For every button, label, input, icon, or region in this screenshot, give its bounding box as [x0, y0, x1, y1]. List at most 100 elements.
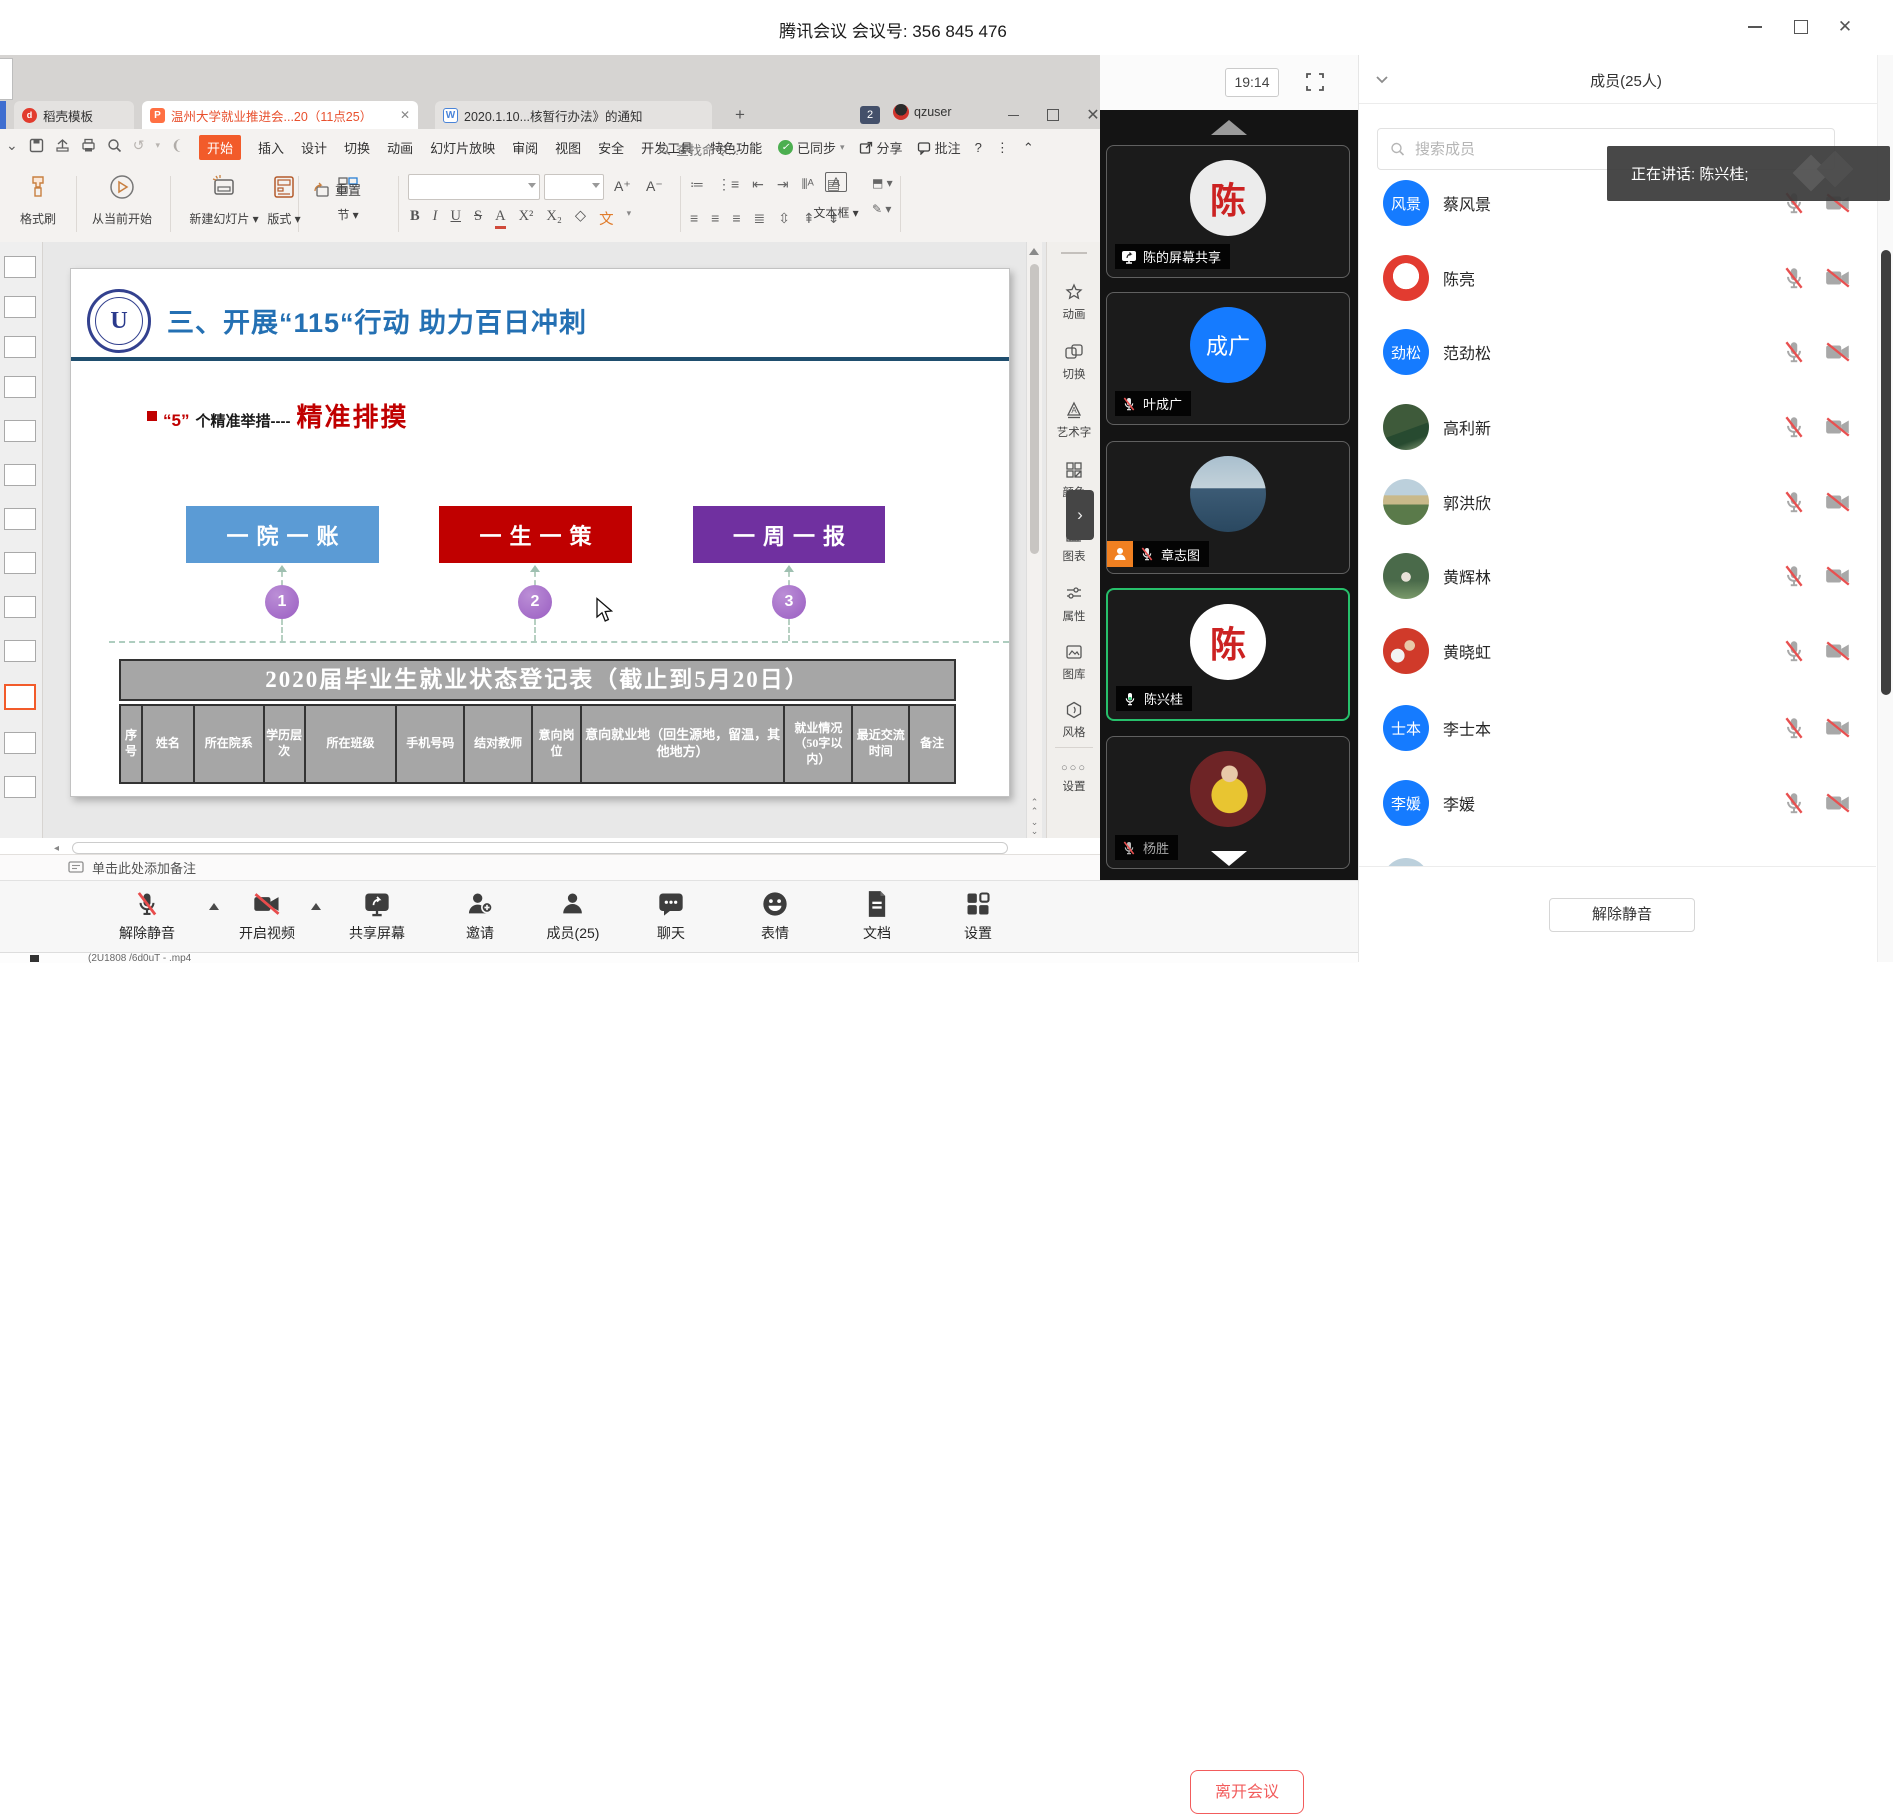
- fullscreen-button[interactable]: [1301, 68, 1328, 95]
- bullet-list-button[interactable]: ≔: [690, 176, 704, 193]
- chevron-down-icon[interactable]: ⌄: [6, 137, 18, 154]
- minimize-button[interactable]: [1738, 14, 1772, 40]
- slide-vertical-scrollbar[interactable]: ⌃⌃ ⌄⌄: [1026, 242, 1042, 838]
- slide-thumbnail[interactable]: [4, 296, 36, 318]
- wps-minimize-button[interactable]: [998, 104, 1028, 126]
- share-screen-button[interactable]: 共享屏幕: [349, 889, 405, 943]
- fill-color-button[interactable]: ⬒ ▾: [872, 176, 893, 190]
- rail-transition[interactable]: 切换: [1047, 342, 1101, 382]
- scroll-videos-down-icon[interactable]: [1211, 851, 1247, 866]
- chat-button[interactable]: 聊天: [657, 889, 685, 943]
- scrollbar-thumb[interactable]: [1030, 264, 1039, 554]
- comment-button[interactable]: 批注: [917, 138, 961, 157]
- ribbon-tab-slideshow[interactable]: 幻灯片放映: [430, 138, 495, 157]
- mic-muted-icon[interactable]: [1781, 563, 1807, 589]
- settings-button[interactable]: 设置: [964, 889, 992, 943]
- camera-off-icon[interactable]: [1824, 414, 1852, 440]
- video-tile[interactable]: 杨胜: [1106, 736, 1350, 869]
- camera-off-icon[interactable]: [1824, 489, 1852, 515]
- font-color-button[interactable]: A: [495, 208, 505, 229]
- video-options-caret[interactable]: [311, 903, 321, 910]
- ribbon-tab-animation[interactable]: 动画: [387, 138, 413, 157]
- sync-status[interactable]: ✓已同步▾: [778, 138, 845, 157]
- tab-close-icon[interactable]: ✕: [400, 108, 410, 122]
- decrease-font-button[interactable]: A⁻: [646, 178, 663, 195]
- slide-thumbnail-panel[interactable]: [0, 242, 43, 838]
- underline-button[interactable]: U: [451, 208, 461, 229]
- rail-gallery[interactable]: 图库: [1047, 642, 1101, 682]
- video-tile-active-speaker[interactable]: 陈 陈兴桂: [1106, 588, 1350, 721]
- save-icon[interactable]: [29, 138, 44, 153]
- mic-muted-icon[interactable]: [1781, 339, 1807, 365]
- scrollbar-thumb[interactable]: [1881, 250, 1891, 695]
- find-command[interactable]: 查找命令...: [658, 140, 739, 159]
- mic-muted-icon[interactable]: [1781, 638, 1807, 664]
- documents-button[interactable]: 文档: [863, 889, 891, 943]
- slide-thumbnail[interactable]: [4, 640, 36, 662]
- italic-button[interactable]: I: [433, 208, 438, 229]
- invite-button[interactable]: 邀请: [466, 889, 494, 943]
- video-tile-screenshare[interactable]: 陈 陈的屏幕共享: [1106, 145, 1350, 278]
- sidebar-expander[interactable]: ›: [1066, 490, 1094, 540]
- ribbon-tab-design[interactable]: 设计: [301, 138, 327, 157]
- camera-off-icon[interactable]: [1824, 790, 1852, 816]
- scroll-videos-up-icon[interactable]: [1211, 120, 1247, 135]
- prev-slide-button[interactable]: ⌃⌃: [1028, 798, 1041, 816]
- print-icon[interactable]: [81, 138, 96, 153]
- member-row[interactable]: 士本 李士本: [1359, 705, 1876, 751]
- member-row[interactable]: 劲松 范劲松: [1359, 329, 1876, 375]
- slide-thumbnail[interactable]: [4, 776, 36, 798]
- ribbon-tab-review[interactable]: 审阅: [512, 138, 538, 157]
- superscript-button[interactable]: X²: [519, 208, 534, 229]
- member-row[interactable]: 李媛 李媛: [1359, 780, 1876, 826]
- reset-button[interactable]: 重置: [312, 180, 361, 199]
- tab-count-badge[interactable]: 2: [860, 106, 880, 124]
- rail-wordart[interactable]: A 艺术字: [1047, 400, 1101, 440]
- slide-thumbnail[interactable]: [4, 464, 36, 486]
- close-button[interactable]: ✕: [1828, 14, 1862, 40]
- slide-thumbnail[interactable]: [4, 256, 36, 278]
- align-right-button[interactable]: ≡: [732, 210, 740, 227]
- mic-muted-icon[interactable]: [1781, 489, 1807, 515]
- camera-off-icon[interactable]: [1824, 339, 1852, 365]
- phonetic-button[interactable]: 文: [599, 208, 614, 229]
- camera-off-icon[interactable]: [1824, 265, 1852, 291]
- rail-settings[interactable]: ○○○ 设置: [1047, 762, 1101, 794]
- rail-style[interactable]: 风格: [1047, 700, 1101, 740]
- increase-font-button[interactable]: A⁺: [614, 178, 631, 195]
- bold-button[interactable]: B: [410, 208, 420, 229]
- scroll-up-icon[interactable]: [1029, 248, 1039, 255]
- undo-caret-icon[interactable]: ▾: [155, 140, 160, 151]
- members-button[interactable]: 成员(25): [547, 889, 600, 943]
- subscript-button[interactable]: X₂: [546, 208, 562, 229]
- member-row-partial[interactable]: [1359, 858, 1876, 866]
- taskbar-app-icon[interactable]: [30, 955, 39, 962]
- rail-handle[interactable]: [1061, 252, 1087, 254]
- notes-bar[interactable]: 单击此处添加备注: [0, 854, 1100, 880]
- camera-off-icon[interactable]: [1824, 638, 1852, 664]
- tab-document[interactable]: W 2020.1.10...核暂行办法》的通知: [435, 101, 712, 129]
- slide-horizontal-scrollbar[interactable]: [72, 842, 1008, 854]
- slide-thumbnail[interactable]: [4, 336, 36, 358]
- unmute-all-button[interactable]: 解除静音: [1549, 898, 1695, 932]
- format-painter-button[interactable]: 格式刷: [0, 172, 80, 227]
- ribbon-tab-security[interactable]: 安全: [598, 138, 624, 157]
- video-tile[interactable]: 成广 叶成广: [1106, 292, 1350, 425]
- font-family-select[interactable]: [408, 174, 540, 200]
- slide-thumbnail[interactable]: [4, 596, 36, 618]
- tab-docer[interactable]: d 稻壳模板: [14, 101, 134, 129]
- unmute-button[interactable]: 解除静音: [119, 889, 175, 943]
- emoji-button[interactable]: 表情: [761, 889, 789, 943]
- mic-muted-icon[interactable]: [1781, 790, 1807, 816]
- member-row[interactable]: 黄晓虹: [1359, 628, 1876, 674]
- undo-icon[interactable]: ↺: [133, 137, 145, 154]
- ribbon-tab-view[interactable]: 视图: [555, 138, 581, 157]
- increase-indent-button[interactable]: ⇥: [777, 176, 789, 193]
- more-icon[interactable]: ⋮: [996, 140, 1009, 156]
- outline-color-button[interactable]: ✎ ▾: [872, 202, 893, 216]
- camera-off-icon[interactable]: [1824, 715, 1852, 741]
- scroll-left-icon[interactable]: ◂: [54, 843, 59, 854]
- collapse-ribbon-icon[interactable]: ⌃: [1023, 140, 1034, 156]
- member-row[interactable]: 郭洪欣: [1359, 479, 1876, 525]
- rail-properties[interactable]: 属性: [1047, 584, 1101, 624]
